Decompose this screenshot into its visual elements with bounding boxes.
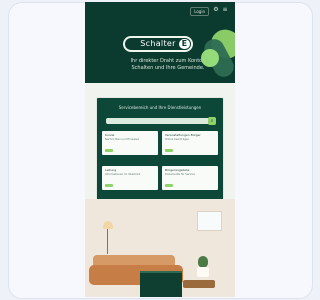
menu-icon[interactable]: ≡ [222, 7, 228, 13]
table-image-detail [183, 280, 215, 288]
service-title: Leitung [105, 168, 117, 172]
website-preview: Login ⚙ ≡ Schalter E Ihr direkter Draht … [85, 2, 235, 297]
logo-mark: E [179, 39, 190, 49]
service-description: Nachrichten und Hinweise [105, 138, 139, 141]
decorative-shape [201, 49, 219, 67]
services-panel-title: Servicebereich und Ihre Dienstleistungen [118, 105, 202, 110]
search-bar[interactable]: ⌕ [106, 117, 216, 125]
service-tile[interactable]: Leitung Informationen im Überblick [102, 166, 158, 190]
service-action-button[interactable] [165, 184, 173, 187]
service-description: Dokumente für Service [165, 173, 195, 176]
service-action-button[interactable] [105, 184, 113, 187]
brand-logo[interactable]: Schalter E [123, 36, 193, 52]
service-action-button[interactable] [105, 149, 113, 152]
hero-section: Schalter E Ihr direkter Draht zum Kontor… [85, 20, 235, 83]
service-description: Online beantragen [165, 138, 190, 141]
top-bar: Login ⚙ ≡ [85, 2, 235, 20]
lamp-image-detail [103, 221, 113, 229]
service-title: Veranstaltungen Bürger [165, 133, 201, 137]
lamp-stem-image-detail [107, 229, 108, 254]
featured-image[interactable] [85, 199, 235, 297]
service-description: Informationen im Überblick [105, 173, 141, 176]
service-title: Kunde [105, 133, 115, 137]
search-icon[interactable]: ⌕ [208, 117, 216, 125]
service-action-button[interactable] [165, 149, 173, 152]
service-title: Bürgerangebote [165, 168, 190, 172]
service-tile[interactable]: Kunde Nachrichten und Hinweise [102, 131, 158, 155]
tv-image-detail [140, 271, 182, 297]
pot-image-detail [197, 267, 209, 277]
gear-icon[interactable]: ⚙ [213, 7, 219, 13]
hero-tagline: Ihr direkter Draht zum Kontor. Schalten … [130, 58, 206, 71]
service-tile[interactable]: Veranstaltungen Bürger Online beantragen [162, 131, 218, 155]
login-button[interactable]: Login [190, 7, 209, 16]
service-tile[interactable]: Bürgerangebote Dokumente für Service [162, 166, 218, 190]
logo-text: Schalter [140, 39, 176, 48]
window-image-detail [197, 211, 222, 231]
